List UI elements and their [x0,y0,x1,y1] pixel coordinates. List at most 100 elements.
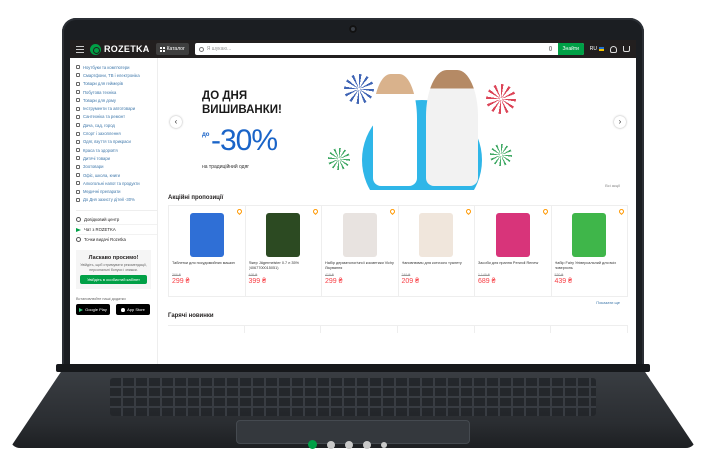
google-play-icon [79,307,84,312]
pickup-points-link[interactable]: Точки видачі Rozetka [76,234,157,244]
carousel-dot[interactable] [308,440,317,449]
sidebar-category-label: Сантехніка та ремонт [83,114,126,120]
product-price: 209 ₴ [401,278,420,285]
sidebar-category[interactable]: Офіс, школа, книги [76,171,157,179]
heart-icon[interactable] [541,207,549,216]
language-label: RU [589,46,597,52]
sidebar-category[interactable]: Краса та здоров'я [76,146,157,154]
search-button[interactable]: Знайти [557,43,584,55]
heart-icon[interactable] [235,207,243,216]
user-icon[interactable] [610,45,617,53]
catalog-button[interactable]: Каталог [155,43,189,55]
category-icon [76,123,80,128]
product-image[interactable] [419,213,454,257]
product-name[interactable]: Набір дерматологічної косметики Vichy Лі… [325,261,395,271]
language-switch[interactable]: RU [590,46,604,52]
product-image[interactable] [189,213,224,257]
sidebar-category[interactable]: Дитячі товари [76,154,157,162]
product-card[interactable]: Наповнювач для котячого туалету 249 ₴ 209 … [399,206,475,296]
product-image[interactable] [572,213,607,257]
product-price: 439 ₴ [554,278,573,285]
sidebar-category[interactable]: Одяг, взуття та прикраси [76,138,157,146]
login-button[interactable]: Увійдіть в особистий кабінет [80,275,147,285]
heart-icon[interactable] [311,207,320,216]
sidebar-category-label: Смартфони, ТВ і електроніка [83,72,140,78]
sidebar-category-label: Побутова техніка [83,89,117,95]
sidebar-category[interactable]: Зоотовари [76,163,157,171]
category-icon [76,164,80,169]
sidebar-category[interactable]: Товари для дому [76,96,157,104]
heart-icon[interactable] [388,207,396,216]
chat-link[interactable]: Чат з ROZETKA [76,224,157,234]
heart-icon[interactable] [617,207,626,216]
sidebar-category[interactable]: Побутова техніка [76,88,157,96]
category-icon [76,73,80,78]
banner-prev-button[interactable]: ‹ [170,116,182,128]
main-content: ДО ДНЯ ВИШИВАНКИ! до -30% на традиційний… [158,58,636,370]
banner-discount: -30% [211,124,278,157]
carousel-dot[interactable] [345,440,353,449]
category-icon [76,139,80,144]
sidebar-category-label: Одяг, взуття та прикраси [83,139,131,145]
product-name[interactable]: Наповнювач для котячого туалету [402,261,472,271]
app-badges: Google Play App Store [76,304,157,316]
product-image[interactable] [342,213,377,257]
sidebar-category[interactable]: Дача, сад, город [76,121,157,129]
heart-icon[interactable] [464,207,473,216]
sidebar-category-label: Медичні препарати [83,189,121,195]
menu-icon[interactable] [76,45,84,53]
sidebar-category[interactable]: Ноутбуки та комп'ютери [76,63,157,71]
carousel-dot[interactable] [327,440,335,449]
product-card[interactable]: Набір дерматологічної косметики Vichy Лі… [322,206,399,296]
sidebar-category[interactable]: Товари для геймерів [76,80,157,88]
carousel-dot[interactable] [381,441,387,448]
sidebar-category[interactable]: Смартфони, ТВ і електроніка [76,71,157,79]
cart-icon[interactable] [623,46,630,52]
google-play-badge[interactable]: Google Play [76,304,110,316]
sidebar-category-label: Офіс, школа, книги [83,172,120,178]
product-old-price: 1 149 ₴ [478,273,490,277]
welcome-text: Увійдіть, щоб отримувати рекомендації, п… [80,263,147,272]
show-more-button[interactable]: Показати ще [168,300,628,305]
sidebar-category[interactable]: Сантехніка та ремонт [76,113,157,121]
sidebar-category[interactable]: Спорт і захоплення [76,129,157,137]
product-card[interactable]: Набір Fairy Універсальний для всіх повер… [552,206,628,296]
laptop-keyboard [110,378,596,416]
sidebar-category[interactable]: Медичні препарати [76,187,157,195]
product-card[interactable]: Лікер Jägermeister 0.7 л 35% (4067700015… [246,206,322,296]
product-name[interactable]: Лікер Jägermeister 0.7 л 35% (4067700015… [249,261,319,271]
product-image[interactable] [266,213,301,257]
embroidery-pattern [490,144,512,166]
embroidery-pattern [344,74,374,104]
category-icon [76,197,80,202]
product-card[interactable]: Таблетки для посудомийних машин 366 ₴ 299 … [169,206,246,296]
sidebar-category-label: Товари для геймерів [83,81,124,87]
category-icon [76,148,80,153]
sidebar-category[interactable]: До Дня захисту дітей -30% [76,196,157,204]
page-body: Ноутбуки та комп'ютери Смартфони, ТВ і ел… [70,58,636,370]
all-promotions-link[interactable]: Всі акції [605,183,620,188]
product-old-price: 249 ₴ [401,273,411,277]
sidebar-category-label: Краса та здоров'я [83,147,118,153]
promo-banner[interactable]: ДО ДНЯ ВИШИВАНКИ! до -30% на традиційний… [168,64,628,190]
microphone-icon[interactable] [548,46,552,51]
logo[interactable]: ROZETKA [90,43,150,55]
app-store-badge[interactable]: App Store [116,304,150,316]
category-icon [76,131,80,136]
product-name[interactable]: Таблетки для посудомийних машин [172,261,242,271]
product-name[interactable]: Набір Fairy Універсальний для всіх повер… [555,261,625,271]
search-placeholder: Я шукаю... [206,46,232,52]
product-old-price: 419 ₴ [325,273,334,277]
sidebar-category[interactable]: Інструменти та автотовари [76,104,157,112]
search-input[interactable]: Я шукаю... Знайти [194,43,584,55]
banner-next-button[interactable]: › [614,116,626,128]
catalog-label: Каталог [166,46,185,52]
help-center-link[interactable]: Довідковий центр [76,214,157,224]
product-card[interactable]: Засоби для прання Perwoll Renew 1 149 ₴ 68… [475,206,552,296]
carousel-dot[interactable] [363,440,371,449]
laptop-hinge [56,364,650,372]
product-image[interactable] [495,213,530,257]
new-products-strip [168,325,629,333]
product-name[interactable]: Засоби для прання Perwoll Renew [478,261,548,271]
sidebar-category[interactable]: Алкогольні напої та продукти [76,179,157,187]
